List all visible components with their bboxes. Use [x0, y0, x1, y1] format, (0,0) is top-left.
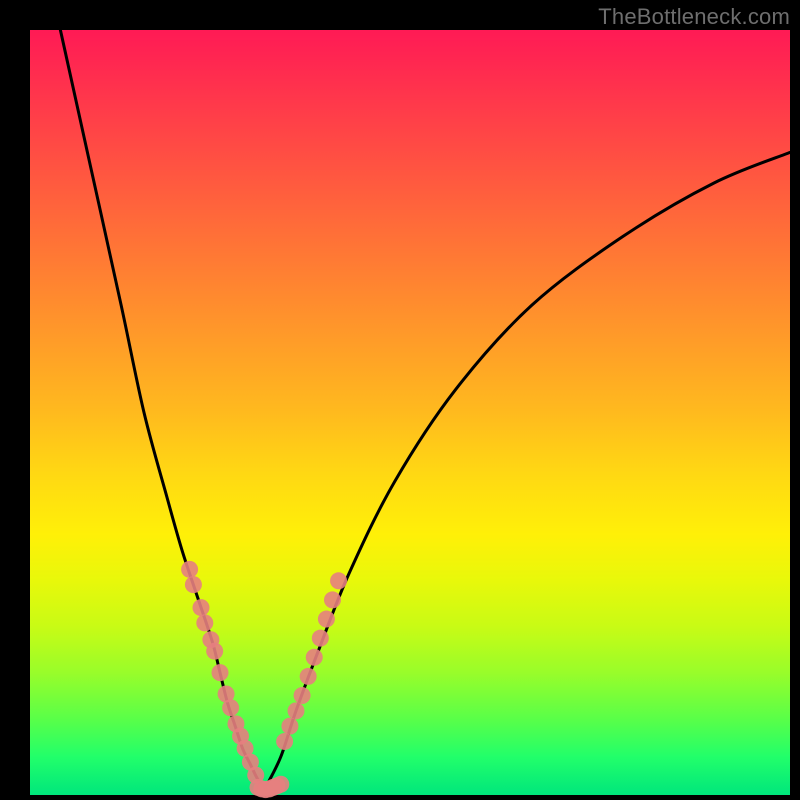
data-point — [181, 561, 198, 578]
curve-left-curve — [60, 30, 265, 787]
data-point — [222, 699, 239, 716]
data-point — [312, 630, 329, 647]
chart-svg — [30, 30, 790, 795]
data-point — [196, 614, 213, 631]
chart-frame: TheBottleneck.com — [0, 0, 800, 800]
curve-right-curve — [266, 152, 790, 787]
data-point — [306, 649, 323, 666]
plot-area — [30, 30, 790, 795]
data-point — [212, 664, 229, 681]
data-point — [294, 687, 311, 704]
data-point — [193, 599, 210, 616]
data-point — [281, 718, 298, 735]
watermark-text: TheBottleneck.com — [598, 4, 790, 30]
data-point — [272, 776, 289, 793]
data-point — [330, 572, 347, 589]
data-point — [185, 576, 202, 593]
data-point — [318, 611, 335, 628]
data-point — [276, 733, 293, 750]
data-point — [324, 591, 341, 608]
data-point — [300, 668, 317, 685]
data-point — [288, 702, 305, 719]
data-point — [206, 643, 223, 660]
